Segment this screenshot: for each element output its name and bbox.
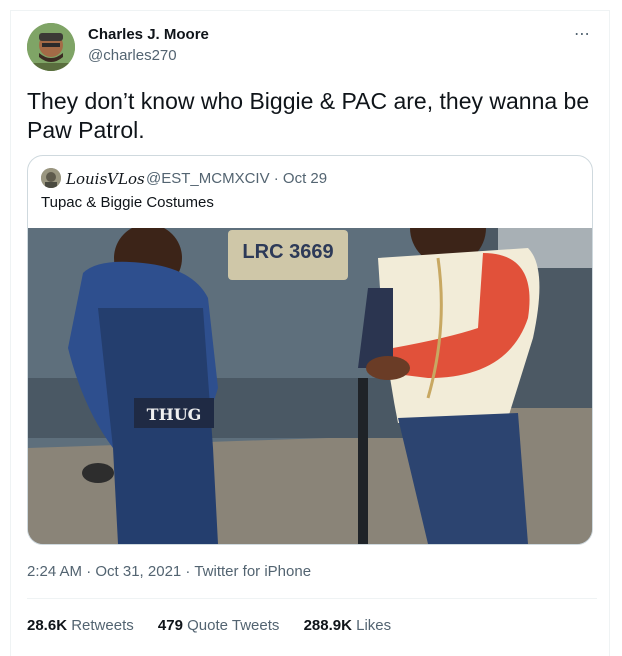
retweets-stat[interactable]: 28.6K Retweets — [27, 617, 134, 634]
tweet-timestamp[interactable]: 2:24 AM · Oct 31, 2021 · Twitter for iPh… — [27, 563, 311, 580]
quoted-tweet-text: Tupac & Biggie Costumes — [41, 194, 214, 211]
license-plate-text: LRC 3669 — [242, 241, 333, 263]
retweets-count: 28.6K — [27, 617, 68, 634]
quoted-author-meta[interactable]: @EST_MCMXCIV · Oct 29 — [146, 170, 327, 187]
likes-label: Likes — [356, 617, 392, 634]
quoted-author-name[interactable]: LouisVLos — [66, 170, 145, 188]
overalls-print: THUG — [147, 405, 202, 424]
tweet-text: They don’t know who Biggie & PAC are, th… — [27, 88, 590, 143]
tweet-stats: 28.6K Retweets 479 Quote Tweets 288.9K L… — [27, 617, 411, 634]
likes-stat[interactable]: 288.9K Likes — [304, 617, 392, 634]
retweets-label: Retweets — [71, 617, 134, 634]
likes-count: 288.9K — [303, 617, 352, 634]
quoted-avatar-image — [41, 168, 61, 188]
author-avatar[interactable] — [27, 23, 75, 71]
quoted-avatar[interactable] — [41, 168, 61, 188]
avatar-image — [27, 23, 75, 71]
more-options-icon[interactable]: ⋯ — [574, 24, 591, 44]
quoted-tweet[interactable]: LouisVLos @EST_MCMXCIV · Oct 29 Tupac & … — [27, 155, 593, 545]
author-handle[interactable]: @charles270 — [88, 47, 177, 64]
author-name[interactable]: Charles J. Moore — [88, 26, 209, 43]
quote-tweets-count: 479 — [157, 617, 183, 634]
quote-tweets-label: Quote Tweets — [187, 617, 280, 634]
quoted-photo[interactable]: LRC 3669 THUG — [28, 228, 592, 544]
quote-tweets-stat[interactable]: 479 Quote Tweets — [158, 617, 279, 634]
divider — [27, 598, 597, 599]
